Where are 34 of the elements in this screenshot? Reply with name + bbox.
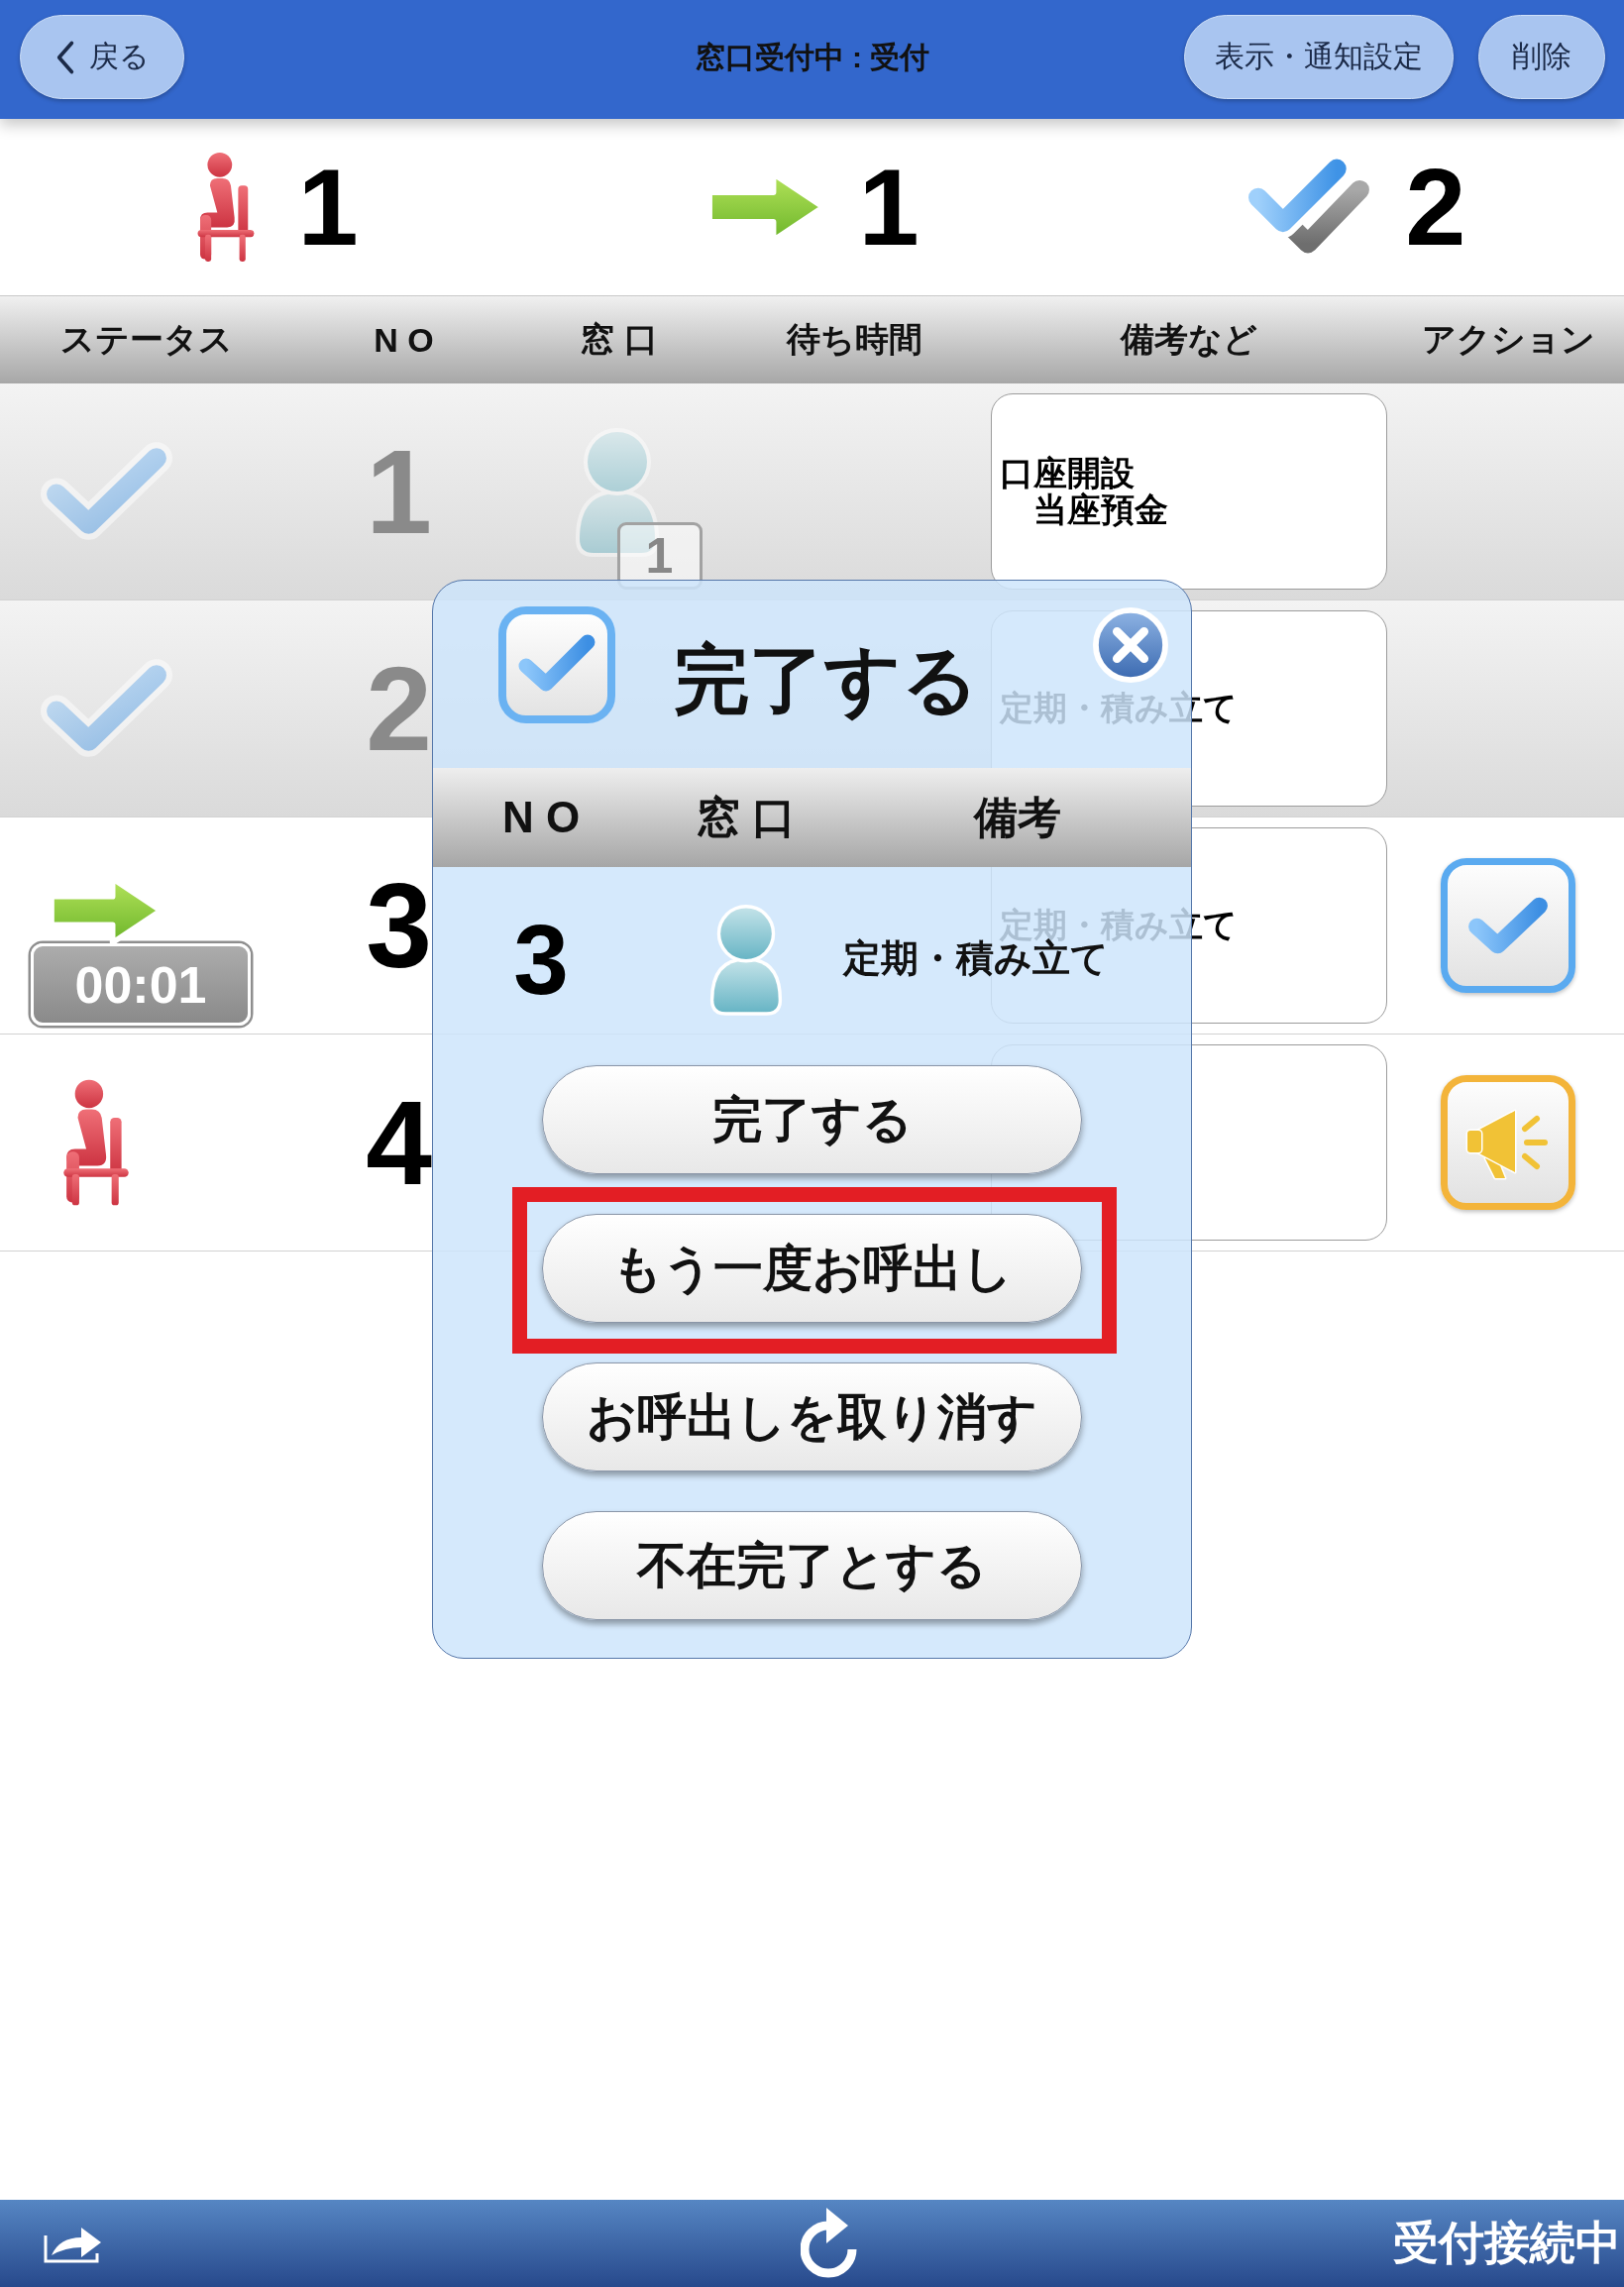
chevron-left-icon [54,39,75,75]
summary-count: 1 [858,153,920,262]
close-icon [1092,606,1169,684]
summary-count: 2 [1405,153,1466,262]
column-header: 備考 [973,791,1061,843]
column-header: 窓 口 [581,319,658,360]
action-button[interactable]: 不在完了とする [542,1511,1082,1620]
complete-button[interactable] [1441,858,1575,993]
connection-status: 受付接続中 [1393,2216,1621,2270]
ticket-number: 2 [366,649,432,768]
action-button[interactable]: お呼出しを取り消す [542,1362,1082,1471]
column-header: 待ち時間 [787,319,922,360]
column-header: N O [374,320,434,360]
note-text: 当座預金 [1032,491,1168,529]
timer-label: 00:01 [31,943,251,1026]
checked-box-icon [498,606,615,723]
ticket-number: 4 [366,1083,432,1202]
column-header: N O [501,793,581,842]
ticket-number: 1 [366,432,432,551]
settings-button[interactable]: 表示・通知設定 [1184,15,1454,99]
column-header: 窓 口 [696,791,797,843]
column-header: ステータス [59,319,233,360]
summary-count: 1 [297,153,359,262]
action-button[interactable]: もう一度お呼出し [542,1214,1082,1323]
action-button[interactable]: 完了する [542,1065,1082,1174]
delete-button[interactable]: 削除 [1478,15,1605,99]
back-button[interactable]: 戻る [20,15,184,99]
screen-title: 窓口受付中 : 受付 [695,40,930,75]
column-header: 備考など [1121,319,1257,360]
note-text: 口座開設 [1000,454,1135,491]
ticket-number: 3 [366,866,432,985]
ticket-number: 3 [513,909,569,1009]
close-button[interactable] [1092,606,1169,684]
column-header: アクション [1421,319,1595,360]
